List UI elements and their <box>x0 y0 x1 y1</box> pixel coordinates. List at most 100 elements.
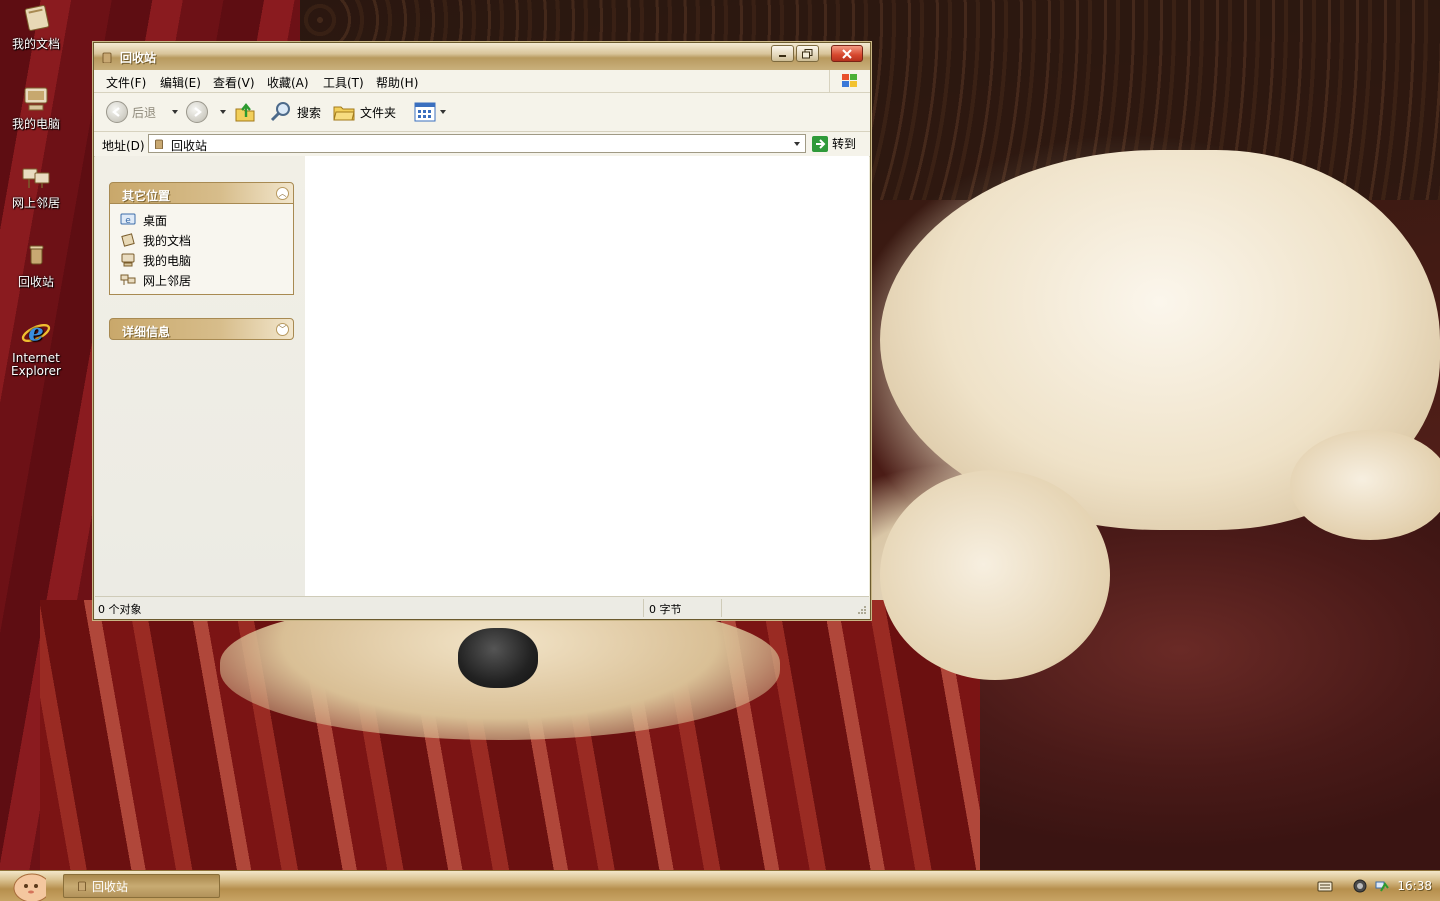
network-places-icon <box>120 274 136 285</box>
keyboard-icon[interactable] <box>1317 880 1333 892</box>
address-dropdown-button[interactable] <box>789 135 805 152</box>
task-pane: 其它位置 ︿ e 桌面 我的文档 我的电脑 网上邻居 详细信息 ﹀ <box>95 156 305 596</box>
up-folder-button[interactable] <box>234 100 256 124</box>
windows-logo-icon <box>829 70 870 92</box>
minimize-icon <box>779 55 786 57</box>
desktop-icon-label: 我的文档 <box>11 37 60 51</box>
go-label: 转到 <box>832 137 857 151</box>
back-label: 后退 <box>132 105 157 120</box>
chevron-down-icon <box>794 141 800 146</box>
status-object-count: 0 个对象 <box>98 603 142 616</box>
maximize-button[interactable] <box>796 45 819 62</box>
address-value: 回收站 <box>171 139 208 153</box>
menu-view[interactable]: 查看(V) <box>213 74 255 91</box>
window-title: 回收站 <box>120 51 157 65</box>
desktop-icon-label: 网上邻居 <box>11 196 60 210</box>
search-label: 搜索 <box>297 105 322 120</box>
start-button[interactable] <box>0 871 52 901</box>
address-label: 地址(D) <box>102 139 145 153</box>
system-tray: 16:38 <box>1310 871 1440 901</box>
standard-toolbar: 后退 搜索 文件夹 <box>94 93 870 132</box>
expand-chevron-icon[interactable]: ﹀ <box>276 323 289 336</box>
window-titlebar[interactable]: 回收站 <box>94 43 870 71</box>
details-panel: 详细信息 ﹀ <box>109 318 294 340</box>
place-link-desktop[interactable]: e 桌面 <box>120 210 293 230</box>
place-link-label: 我的文档 <box>143 233 192 248</box>
recycle-bin-window[interactable]: 回收站 文件(F) 编辑(E) 查看(V) 收藏(A) 工具(T) 帮助(H) <box>93 42 871 620</box>
back-arrow-icon <box>106 101 128 123</box>
place-link-label: 我的电脑 <box>143 253 192 268</box>
recycle-bin-icon <box>155 139 163 149</box>
search-button[interactable]: 搜索 <box>269 100 321 124</box>
go-button[interactable]: 转到 <box>812 135 856 152</box>
wallpaper-puppy-paw <box>880 470 1110 680</box>
menu-edit[interactable]: 编辑(E) <box>160 74 201 91</box>
menu-help[interactable]: 帮助(H) <box>376 74 418 91</box>
status-divider <box>643 599 644 617</box>
resize-grip-icon[interactable] <box>857 605 867 615</box>
menu-file[interactable]: 文件(F) <box>106 74 146 91</box>
back-button[interactable]: 后退 <box>106 100 179 124</box>
my-computer-icon <box>24 87 48 111</box>
recycle-bin-icon <box>102 52 112 63</box>
desktop-icon-my-computer[interactable]: 我的电脑 <box>0 84 72 131</box>
clock[interactable]: 16:38 <box>1397 879 1432 893</box>
details-header[interactable]: 详细信息 ﹀ <box>109 318 294 340</box>
folders-icon <box>333 106 355 121</box>
address-input[interactable]: 回收站 <box>148 134 806 153</box>
desktop-icon-internet-explorer[interactable]: e Internet Explorer <box>0 318 72 378</box>
menu-bar: 文件(F) 编辑(E) 查看(V) 收藏(A) 工具(T) 帮助(H) <box>94 70 870 93</box>
network-places-icon <box>22 168 50 188</box>
desktop-icon-network-places[interactable]: 网上邻居 <box>0 163 72 210</box>
svg-text:e: e <box>28 318 44 347</box>
desktop-icon-label: 我的电脑 <box>11 117 60 131</box>
internet-explorer-icon: e <box>21 318 51 347</box>
place-link-network-places[interactable]: 网上邻居 <box>120 270 293 290</box>
details-title: 详细信息 <box>122 325 171 339</box>
desktop-icon-recycle-bin[interactable]: 回收站 <box>0 242 72 289</box>
collapse-chevron-icon[interactable]: ︿ <box>276 187 289 200</box>
desktop-icon-label: Internet Explorer <box>11 351 61 378</box>
forward-button[interactable] <box>186 100 226 124</box>
restore-icon <box>802 48 813 58</box>
views-icon <box>414 102 436 122</box>
place-link-label: 网上邻居 <box>143 273 192 288</box>
folders-label: 文件夹 <box>360 105 397 120</box>
place-link-label: 桌面 <box>143 213 168 228</box>
forward-arrow-icon <box>186 101 208 123</box>
menu-favorites[interactable]: 收藏(A) <box>267 74 309 91</box>
views-button[interactable] <box>414 100 446 124</box>
forward-dropdown-icon[interactable] <box>220 110 226 114</box>
other-places-header[interactable]: 其它位置 ︿ <box>109 182 294 204</box>
place-link-my-computer[interactable]: 我的电脑 <box>120 250 293 270</box>
place-link-my-documents[interactable]: 我的文档 <box>120 230 293 250</box>
recycle-bin-icon <box>29 245 44 265</box>
my-computer-icon <box>121 253 135 267</box>
menu-tools[interactable]: 工具(T) <box>323 74 364 91</box>
content-area[interactable]: 其它位置 ︿ e 桌面 我的文档 我的电脑 网上邻居 详细信息 ﹀ <box>95 156 869 596</box>
status-divider <box>721 599 722 617</box>
address-bar: 地址(D) 回收站 转到 <box>94 132 870 157</box>
wallpaper-puppy-paw <box>1290 430 1440 540</box>
folders-button[interactable]: 文件夹 <box>332 100 396 124</box>
views-dropdown-icon <box>440 110 446 114</box>
folder-up-icon <box>235 103 255 122</box>
status-bar: 0 个对象 0 字节 <box>95 596 869 619</box>
taskbar-window-button[interactable]: 回收站 <box>63 874 220 898</box>
security-center-icon[interactable] <box>1353 879 1367 893</box>
other-places-panel: 其它位置 ︿ e 桌面 我的文档 我的电脑 网上邻居 <box>109 182 294 295</box>
desktop-icon-label: 回收站 <box>17 275 54 289</box>
back-dropdown-icon[interactable] <box>172 110 179 114</box>
other-places-title: 其它位置 <box>122 189 171 203</box>
desktop-icon-my-documents[interactable]: 我的文档 <box>0 4 72 51</box>
search-icon <box>270 102 290 122</box>
go-arrow-icon <box>812 135 828 152</box>
close-button[interactable] <box>831 45 863 62</box>
network-connection-icon[interactable] <box>1375 879 1390 893</box>
taskbar-window-label: 回收站 <box>92 879 129 894</box>
minimize-button[interactable] <box>771 45 794 62</box>
my-documents-icon <box>121 233 135 247</box>
svg-text:e: e <box>125 216 131 226</box>
start-orb-icon <box>13 873 46 901</box>
desktop-icon: e <box>120 213 136 226</box>
